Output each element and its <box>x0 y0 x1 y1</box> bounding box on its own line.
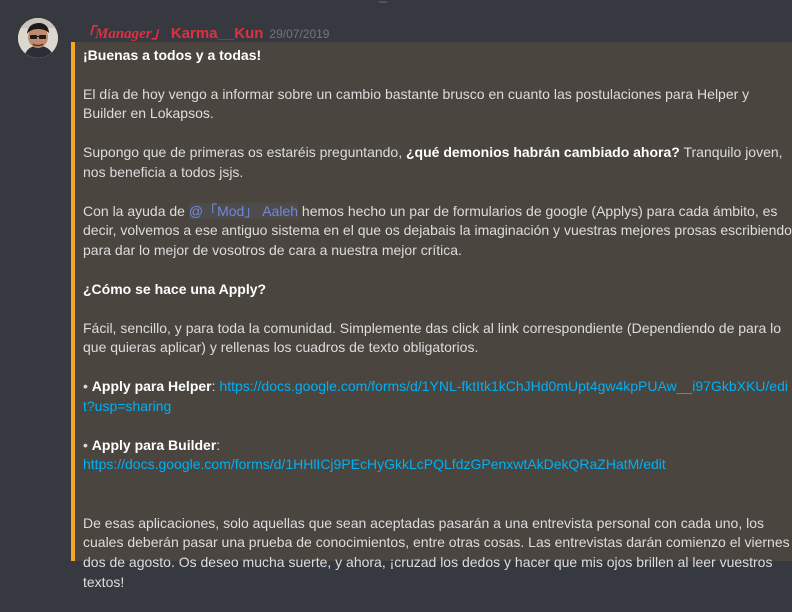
paragraph-instructions: Fácil, sencillo, y para toda la comunida… <box>83 319 782 356</box>
message-embed: ¡Buenas a todos y a todas! El día de hoy… <box>71 42 792 590</box>
paragraph-question: Supongo que de primeras os estaréis preg… <box>83 143 792 182</box>
username[interactable]: 「Manager」 Karma__Kun <box>80 22 263 43</box>
author-name: Karma__Kun <box>170 25 264 42</box>
greeting-text: ¡Buenas a todos y a todas! <box>83 47 262 63</box>
avatar[interactable] <box>18 18 58 58</box>
role-tag: 「Manager」 <box>80 26 167 42</box>
paragraph-forms-pre: Con la ayuda de <box>83 202 189 219</box>
builder-apply-link[interactable]: https://docs.google.com/forms/d/1HHlICj9… <box>83 456 666 472</box>
chat-message: 「Manager」 Karma__Kun 29/07/2019 ¡Buenas … <box>0 0 792 590</box>
builder-label: Apply para Builder <box>91 436 217 453</box>
paragraph-closing: De esas aplicaciones, solo aquellas que … <box>83 514 790 590</box>
paragraph-intro: El día de hoy vengo a informar sobre un … <box>83 85 750 122</box>
paragraph-question-bold: ¿qué demonios habrán cambiado ahora? <box>406 144 680 161</box>
paragraph-question-pre: Supongo que de primeras os estaréis preg… <box>83 144 406 161</box>
avatar-image <box>18 18 58 58</box>
paragraph-forms: Con la ayuda de @「Mod」 Aaleh hemos hecho… <box>83 202 792 261</box>
builder-bullet: • <box>83 436 92 453</box>
message-content: ¡Buenas a todos y a todas! El día de hoy… <box>83 46 792 612</box>
timestamp: 29/07/2019 <box>269 27 330 41</box>
helper-apply-line: • Apply para Helper: https://docs.google… <box>83 377 792 416</box>
how-heading: ¿Cómo se hace una Apply? <box>83 280 267 297</box>
builder-apply-line: • Apply para Builder: https://docs.google… <box>83 436 792 475</box>
message-header: 「Manager」 Karma__Kun 29/07/2019 <box>80 22 329 42</box>
user-mention[interactable]: @「Mod」 Aaleh <box>188 202 299 219</box>
helper-bullet: • <box>83 378 92 395</box>
helper-label: Apply para Helper <box>91 378 212 395</box>
builder-colon: : <box>216 436 221 453</box>
